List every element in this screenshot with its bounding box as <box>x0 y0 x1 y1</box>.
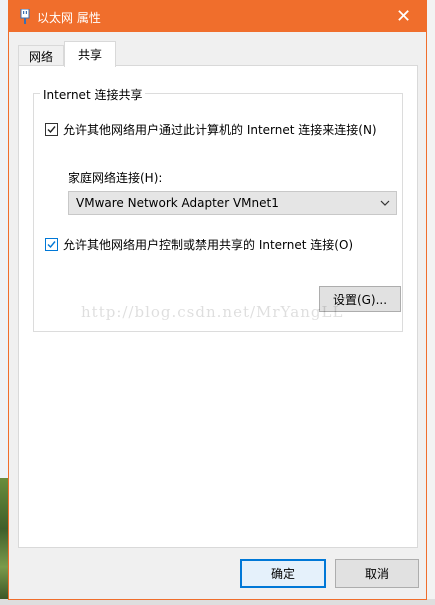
window-title: 以太网 属性 <box>37 11 101 25</box>
close-button[interactable]: ✕ <box>381 1 426 32</box>
cancel-button-label: 取消 <box>364 567 389 581</box>
background-desktop-image <box>0 478 8 605</box>
allow-control-checkbox[interactable] <box>45 238 58 251</box>
properties-dialog: 以太网 属性 ✕ 网络 共享 Internet 连接共享 允许其他网络用户通过此… <box>8 0 427 600</box>
allow-control-option[interactable]: 允许其他网络用户控制或禁用共享的 Internet 连接(O) <box>45 236 353 253</box>
tab-sharing-label: 共享 <box>77 48 102 62</box>
background-window-right <box>427 0 435 605</box>
group-title: Internet 连接共享 <box>40 86 146 103</box>
cancel-button[interactable]: 取消 <box>335 559 419 588</box>
network-adapter-icon <box>20 9 30 24</box>
home-network-label: 家庭网络连接(H): <box>68 171 163 185</box>
tab-sharing[interactable]: 共享 <box>64 41 116 67</box>
allow-share-option[interactable]: 允许其他网络用户通过此计算机的 Internet 连接来连接(N) <box>45 121 377 138</box>
close-icon: ✕ <box>395 6 412 27</box>
title-bar[interactable]: 以太网 属性 ✕ <box>9 1 426 32</box>
allow-control-label: 允许其他网络用户控制或禁用共享的 Internet 连接(O) <box>63 238 354 252</box>
watermark-text: http://blog.csdn.net/MrYangLL <box>81 303 344 321</box>
checkmark-icon <box>47 126 56 134</box>
tab-network[interactable]: 网络 <box>18 45 64 66</box>
allow-share-label: 允许其他网络用户通过此计算机的 Internet 连接来连接(N) <box>63 123 377 137</box>
chevron-down-icon <box>380 200 390 206</box>
allow-share-checkbox[interactable] <box>45 123 58 136</box>
tab-network-label: 网络 <box>28 49 53 64</box>
internet-sharing-group: Internet 连接共享 允许其他网络用户通过此计算机的 Internet 连… <box>33 86 403 332</box>
ok-button[interactable]: 确定 <box>240 559 326 588</box>
home-network-value: VMware Network Adapter VMnet1 <box>76 196 279 210</box>
checkmark-icon <box>47 241 56 249</box>
ok-button-label: 确定 <box>270 567 295 581</box>
home-network-dropdown[interactable]: VMware Network Adapter VMnet1 <box>68 191 397 215</box>
